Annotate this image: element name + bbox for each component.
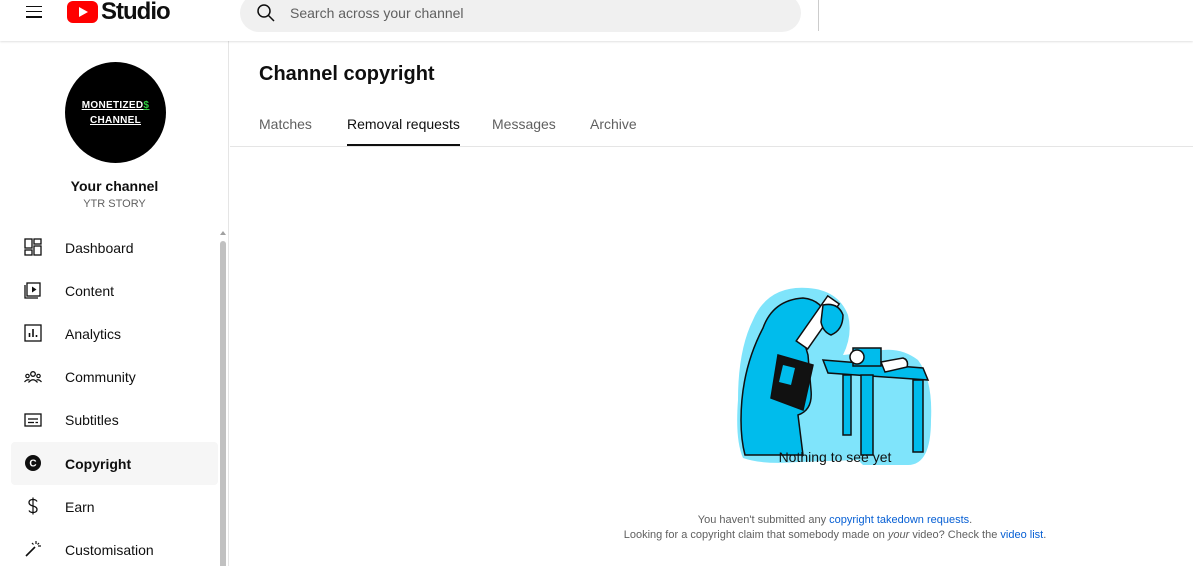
empty-line2-mid: video? Check the	[909, 529, 1001, 541]
sidebar-item-dashboard[interactable]: Dashboard	[11, 226, 218, 269]
sidebar-item-label: Analytics	[65, 325, 122, 342]
magic-wand-icon	[25, 541, 41, 557]
tab-archive[interactable]: Archive	[590, 116, 637, 146]
content-icon	[24, 282, 41, 299]
studio-logo[interactable]: Studio	[67, 0, 171, 25]
sidebar-item-label: Earn	[65, 498, 95, 515]
sidebar-item-label: Community	[65, 369, 136, 386]
avatar-text-line2: CHANNEL	[90, 114, 141, 126]
empty-line1-suffix: .	[969, 514, 973, 526]
empty-state-line2: Looking for a copyright claim that someb…	[0, 529, 1190, 541]
copyright-takedown-requests-link[interactable]: copyright takedown requests	[829, 514, 969, 526]
sidebar-item-subtitles[interactable]: Subtitles	[11, 399, 218, 442]
logo-text: Studio	[101, 0, 171, 25]
menu-icon[interactable]	[22, 2, 46, 26]
channel-title: Your channel	[70, 178, 159, 194]
top-bar: Studio	[0, 0, 1193, 41]
analytics-icon	[24, 324, 42, 343]
empty-line2-emphasis: your	[887, 529, 910, 541]
search-input[interactable]	[290, 5, 750, 21]
page-title: Channel copyright	[259, 63, 435, 85]
tab-messages[interactable]: Messages	[492, 116, 556, 146]
tab-bar: Matches Removal requests Messages Archiv…	[230, 109, 1193, 147]
empty-line2-suffix: .	[1043, 529, 1047, 541]
sidebar-item-content[interactable]: Content	[11, 269, 218, 312]
sidebar-item-label: Subtitles	[65, 412, 119, 429]
sidebar-item-analytics[interactable]: Analytics	[11, 312, 218, 355]
search-bar[interactable]	[240, 0, 801, 32]
sidebar-item-label: Customisation	[65, 541, 154, 558]
header-divider	[818, 0, 819, 31]
sidebar: MONETIZED$ CHANNEL Your channel YTR STOR…	[0, 41, 229, 566]
avatar-text-line1: MONETIZED$	[81, 99, 150, 111]
tab-matches[interactable]: Matches	[259, 116, 312, 146]
empty-state-line1: You haven't submitted any copyright take…	[0, 514, 1190, 526]
community-icon	[24, 370, 42, 383]
tab-removal-requests[interactable]: Removal requests	[347, 116, 460, 146]
video-list-link[interactable]: video list	[1000, 529, 1043, 541]
dashboard-icon	[24, 238, 42, 256]
empty-line1-prefix: You haven't submitted any	[697, 514, 830, 526]
search-icon	[257, 4, 275, 22]
sidebar-item-label: Content	[65, 282, 115, 299]
youtube-logo-icon	[67, 1, 98, 23]
empty-line2-prefix: Looking for a copyright claim that someb…	[623, 529, 888, 541]
empty-state-title: Nothing to see yet	[778, 449, 892, 465]
channel-avatar[interactable]: MONETIZED$ CHANNEL	[65, 62, 166, 163]
sidebar-item-community[interactable]: Community	[11, 356, 218, 399]
channel-name: YTR STORY	[83, 198, 146, 210]
sidebar-item-label: Dashboard	[65, 239, 134, 256]
main-content: Channel copyright Matches Removal reques…	[230, 41, 1193, 566]
empty-state-illustration	[737, 287, 932, 465]
subtitles-icon	[24, 413, 42, 427]
scroll-up-arrow-icon[interactable]	[220, 231, 226, 235]
